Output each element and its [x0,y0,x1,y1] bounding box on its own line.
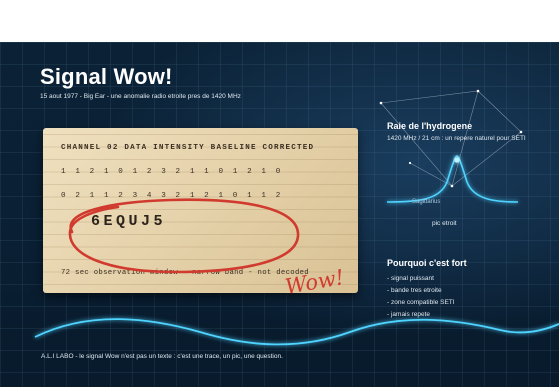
slide: Signal Wow! 15 aout 1977 - Big Ear - une… [0,42,559,387]
list-item: - jamais repete [387,311,430,318]
card-header: CHANNEL 02 DATA INTENSITY BASELINE CORRE… [61,144,315,152]
page-title: Signal Wow! [40,64,173,89]
peak-caption: pic etroit [432,220,457,227]
list-item: - bande tres etroite [387,287,442,294]
signal-code: 6EQUJ5 [91,213,167,230]
hydrogen-peak-curve [386,155,519,203]
why-list: - signal puissant - bande tres etroite -… [387,273,455,321]
list-item: - signal puissant [387,275,434,282]
constellation-label: Sagittarius [412,199,441,205]
page-subtitle: 15 aout 1977 - Big Ear - une anomalie ra… [40,93,241,100]
signal-wave [34,318,559,346]
data-row-2: 0 2 1 1 2 3 4 3 2 1 2 1 0 1 1 2 [61,192,283,200]
why-title: Pourquoi c'est fort [387,258,467,268]
data-row-1: 1 1 2 1 0 1 2 3 2 1 1 0 1 2 1 0 [61,168,283,176]
printout-card: CHANNEL 02 DATA INTENSITY BASELINE CORRE… [43,128,358,293]
footer-note: A.L.I LABO - le signal Wow n'est pas un … [41,353,283,360]
hydrogen-title: Raie de l'hydrogene [387,121,473,131]
hydrogen-desc: 1420 MHz / 21 cm : un repere naturel pou… [387,135,526,142]
list-item: - zone compatible SETI [387,299,455,306]
card-footer: 72 sec observation window - narrow band … [61,269,309,277]
peak-dot-icon [454,157,460,163]
